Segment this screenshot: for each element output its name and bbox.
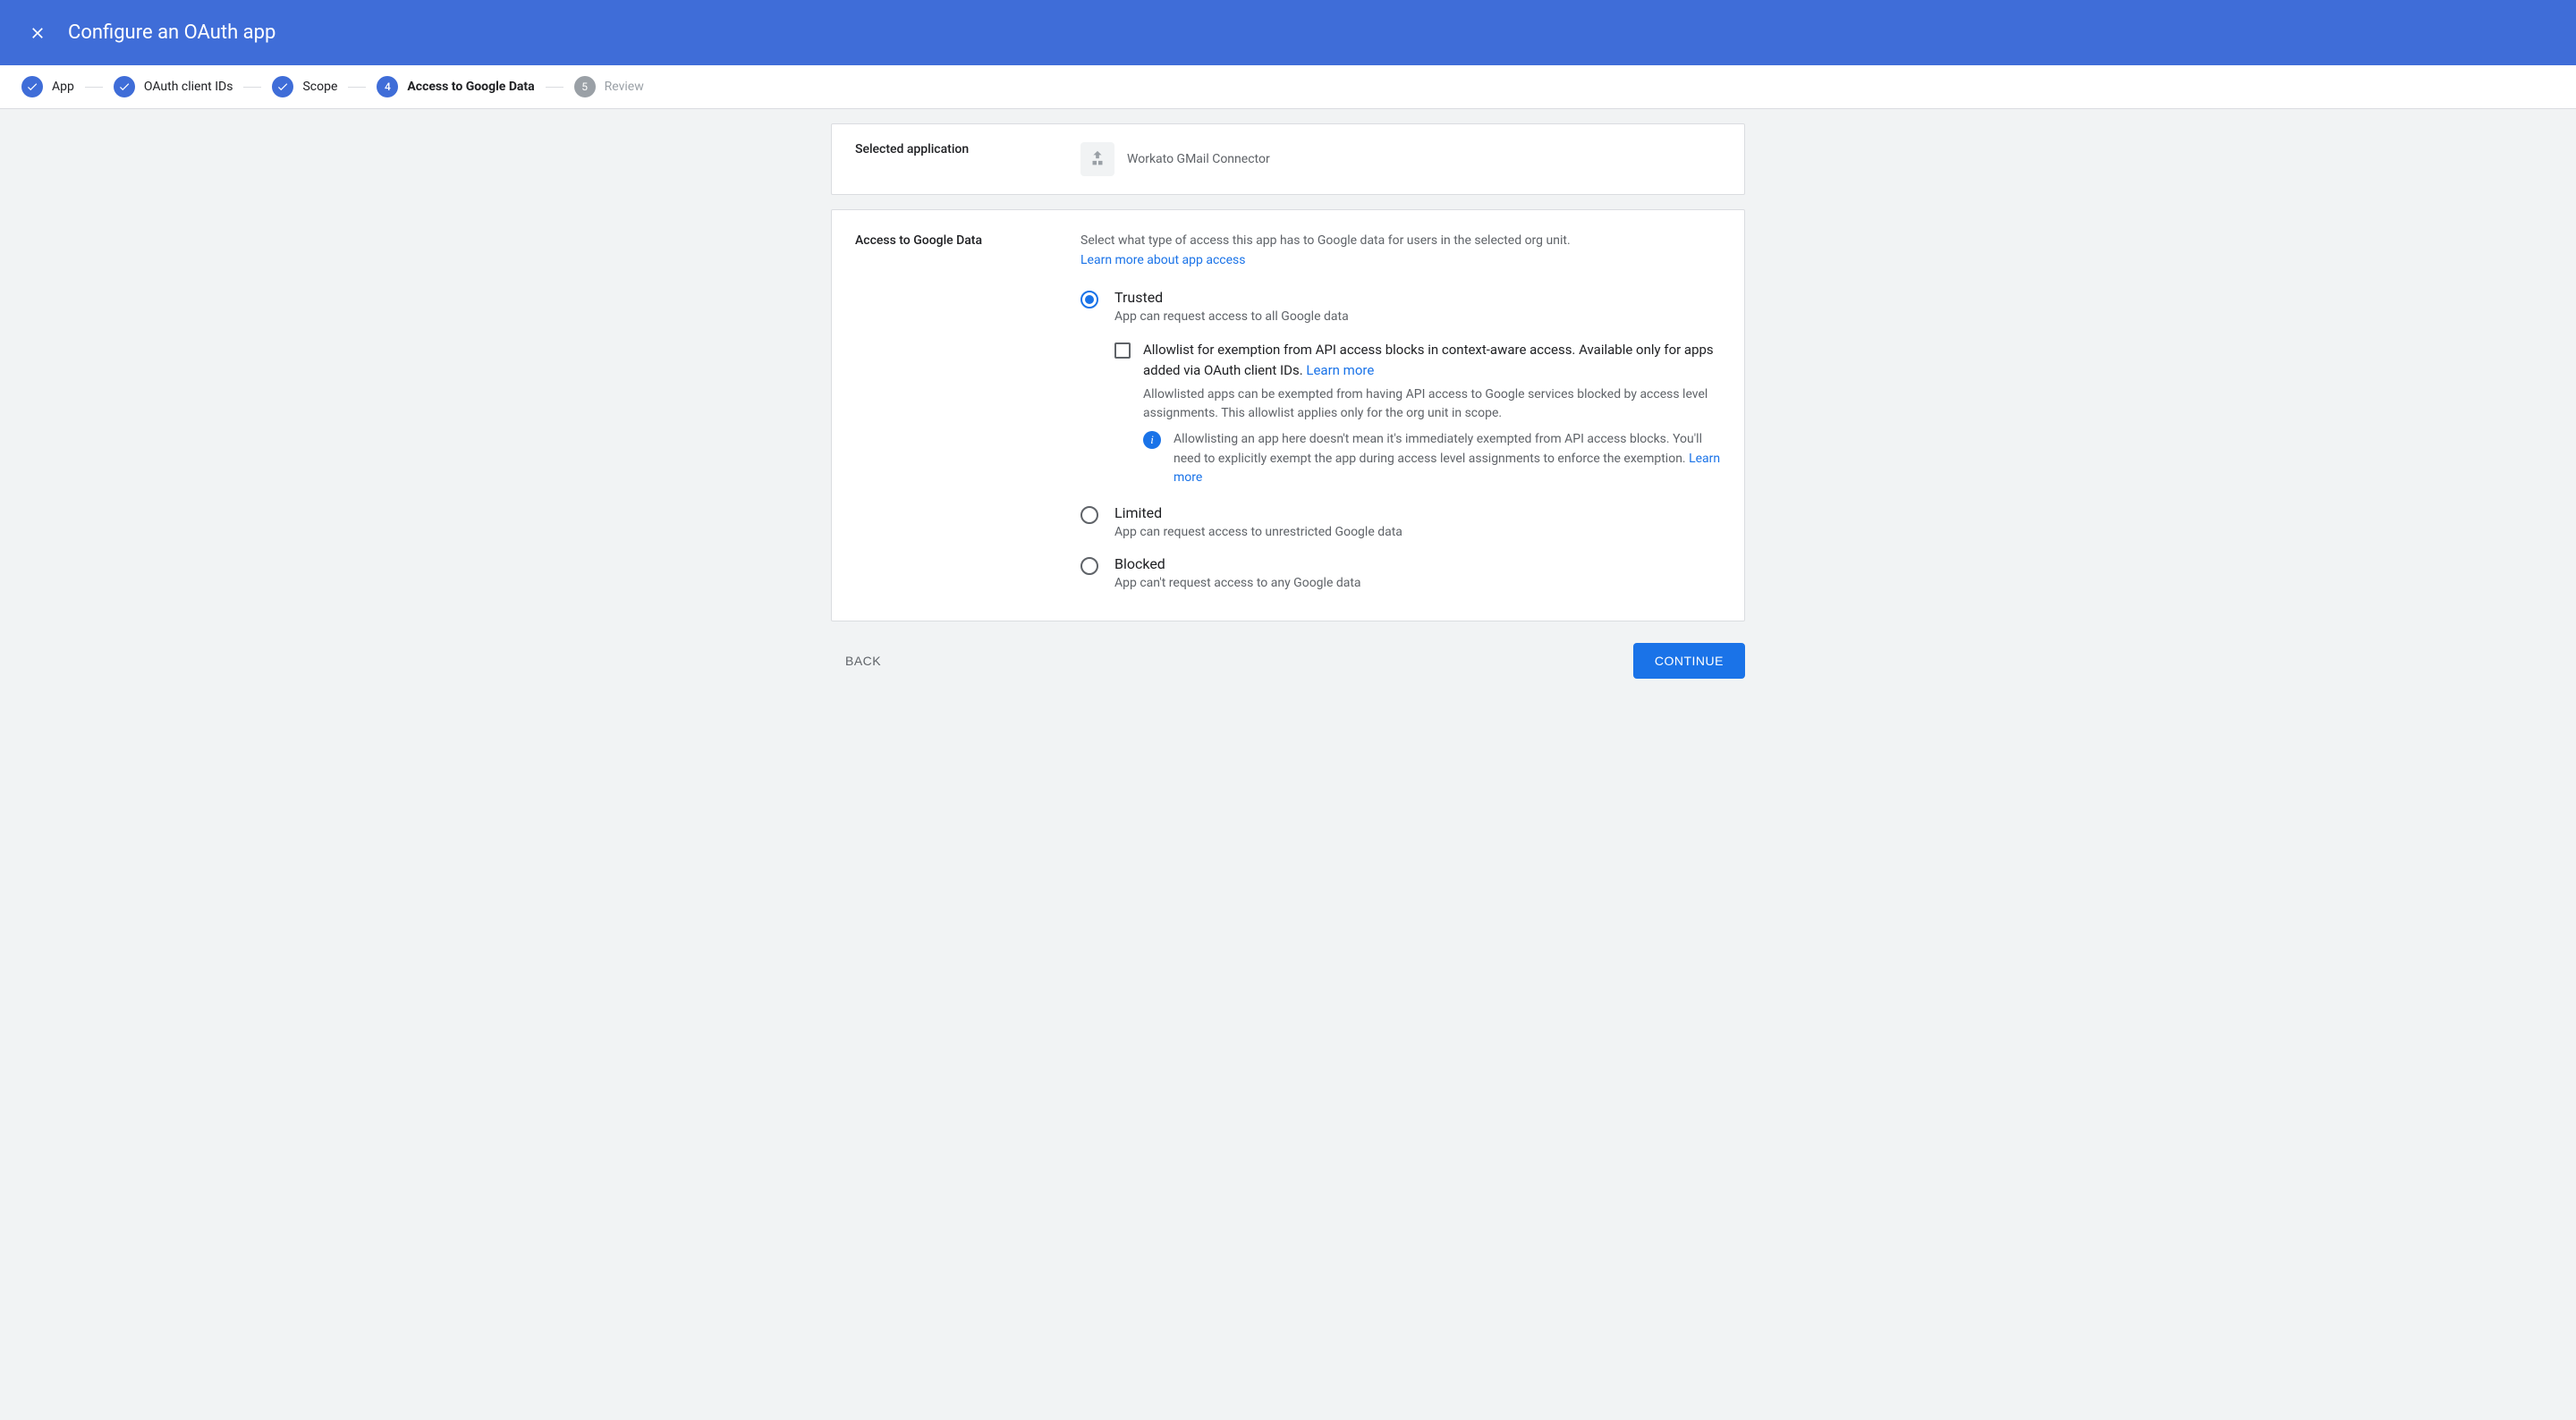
- access-to-google-data-card: Access to Google Data Select what type o…: [831, 209, 1745, 621]
- step-oauth-client-ids[interactable]: OAuth client IDs: [114, 76, 233, 97]
- allowlist-subtitle: Allowlisted apps can be exempted from ha…: [1143, 385, 1721, 423]
- action-bar: BACK CONTINUE: [820, 643, 1756, 679]
- check-icon: [272, 76, 293, 97]
- step-label: OAuth client IDs: [144, 80, 233, 94]
- step-number-icon: 4: [377, 76, 398, 97]
- radio-title: Blocked: [1114, 555, 1721, 572]
- radio-title: Limited: [1114, 504, 1721, 521]
- continue-button[interactable]: CONTINUE: [1633, 643, 1745, 679]
- check-icon: [114, 76, 135, 97]
- allowlist-learn-more-link[interactable]: Learn more: [1306, 362, 1374, 378]
- back-button[interactable]: BACK: [831, 645, 895, 677]
- radio-option-limited[interactable]: Limited App can request access to unrest…: [1080, 504, 1721, 539]
- radio-title: Trusted: [1114, 289, 1721, 306]
- check-icon: [21, 76, 43, 97]
- step-label: Access to Google Data: [407, 80, 534, 94]
- page-header: Configure an OAuth app: [0, 0, 2576, 65]
- selected-application-name: Workato GMail Connector: [1127, 152, 1270, 166]
- app-icon: [1080, 142, 1114, 176]
- allowlist-info-block: i Allowlisting an app here doesn't mean …: [1143, 430, 1721, 488]
- radio-option-blocked[interactable]: Blocked App can't request access to any …: [1080, 555, 1721, 590]
- close-button[interactable]: [21, 17, 54, 49]
- allowlist-info-text: Allowlisting an app here doesn't mean it…: [1174, 430, 1721, 488]
- step-scope[interactable]: Scope: [272, 76, 337, 97]
- selected-application-card: Selected application Workato GMail Conne…: [831, 123, 1745, 195]
- access-section-description: Select what type of access this app has …: [1080, 233, 1721, 248]
- radio-icon[interactable]: [1080, 506, 1098, 524]
- stepper: App OAuth client IDs Scope 4 Access to G…: [0, 65, 2576, 109]
- info-icon: i: [1143, 431, 1161, 449]
- radio-subtitle: App can request access to unrestricted G…: [1114, 525, 1721, 539]
- allowlist-checkbox-block: Allowlist for exemption from API access …: [1114, 340, 1721, 488]
- step-app[interactable]: App: [21, 76, 74, 97]
- step-access-to-google-data[interactable]: 4 Access to Google Data: [377, 76, 534, 97]
- step-number-icon: 5: [574, 76, 596, 97]
- close-icon: [29, 24, 47, 42]
- allowlist-title: Allowlist for exemption from API access …: [1143, 340, 1721, 380]
- step-review: 5 Review: [574, 76, 644, 97]
- step-label: App: [52, 80, 74, 94]
- allowlist-checkbox[interactable]: [1114, 342, 1131, 359]
- step-divider: [546, 87, 564, 88]
- radio-option-trusted[interactable]: Trusted App can request access to all Go…: [1080, 289, 1721, 324]
- selected-application-label: Selected application: [855, 142, 1080, 176]
- page-title: Configure an OAuth app: [68, 21, 275, 44]
- radio-icon[interactable]: [1080, 557, 1098, 575]
- radio-subtitle: App can't request access to any Google d…: [1114, 576, 1721, 590]
- step-divider: [243, 87, 261, 88]
- step-label: Review: [605, 80, 644, 94]
- radio-subtitle: App can request access to all Google dat…: [1114, 309, 1721, 324]
- step-label: Scope: [302, 80, 337, 94]
- learn-more-link[interactable]: Learn more about app access: [1080, 253, 1246, 267]
- step-divider: [348, 87, 366, 88]
- step-divider: [85, 87, 103, 88]
- allowlist-title-text: Allowlist for exemption from API access …: [1143, 342, 1714, 378]
- info-text-body: Allowlisting an app here doesn't mean it…: [1174, 432, 1702, 466]
- access-section-label: Access to Google Data: [855, 233, 1080, 590]
- radio-icon[interactable]: [1080, 291, 1098, 309]
